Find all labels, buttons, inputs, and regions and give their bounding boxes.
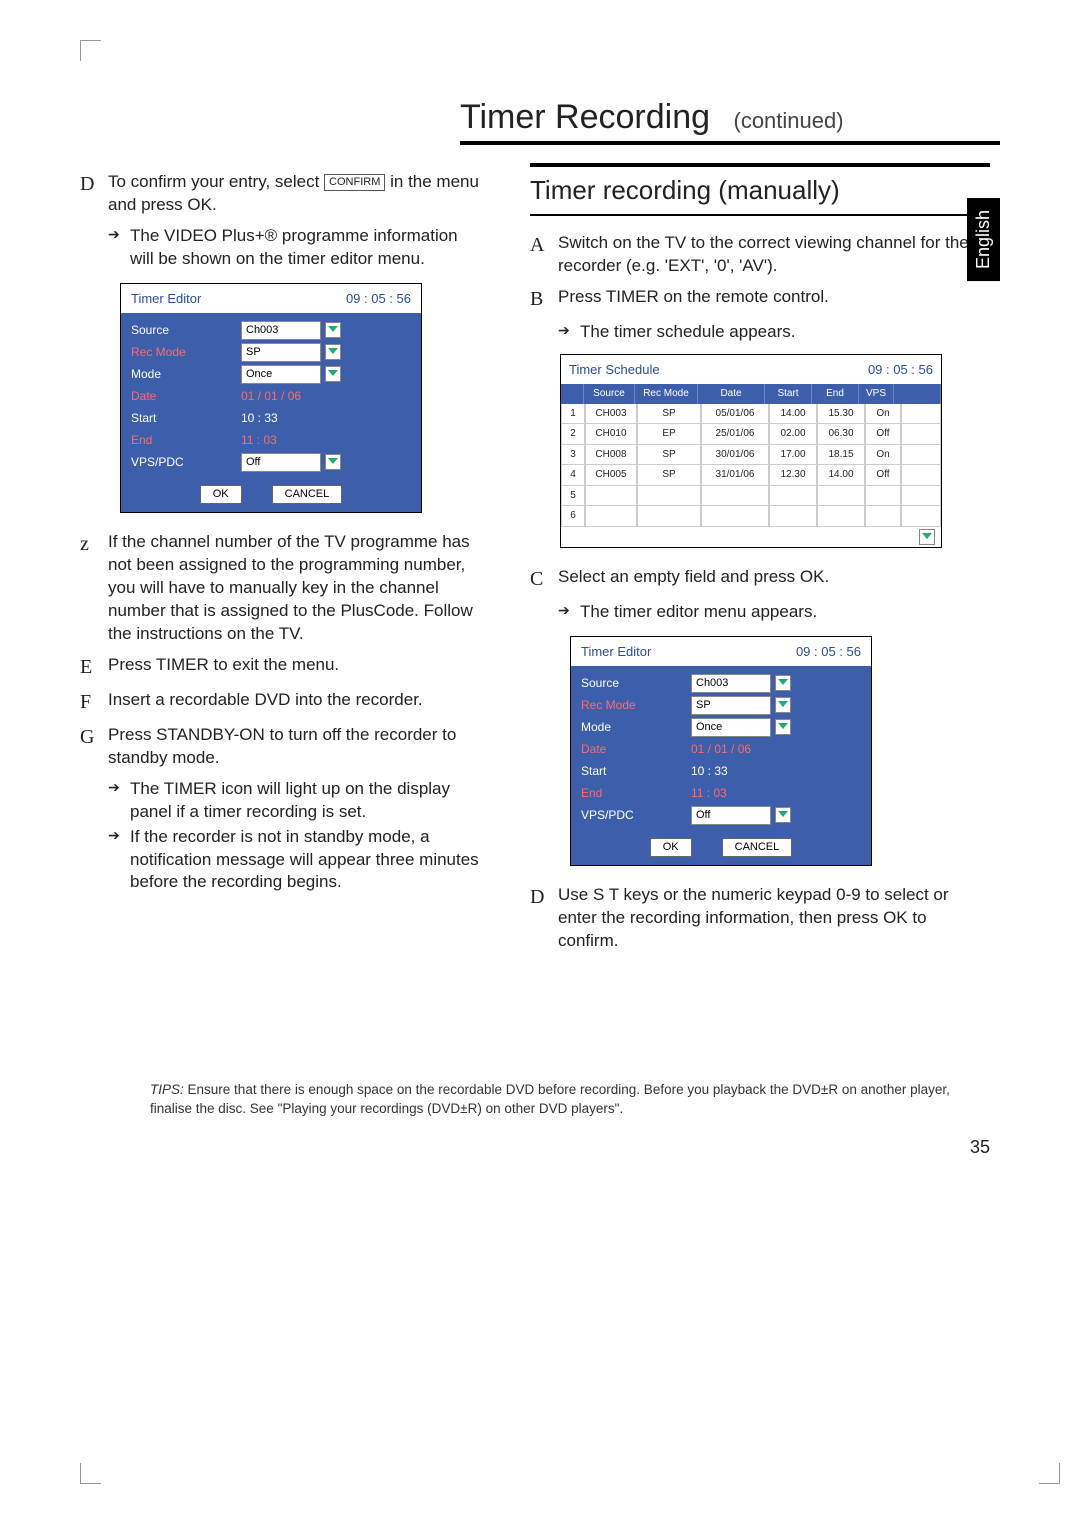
table-row[interactable]: 4CH005SP31/01/0612.3014.00Off <box>561 465 941 486</box>
schedule-header-row: Source Rec Mode Date Start End VPS <box>561 384 941 404</box>
dropdown-icon[interactable] <box>325 322 341 338</box>
step-e: E Press TIMER to exit the menu. <box>80 654 480 681</box>
timer-schedule-panel: Timer Schedule 09 : 05 : 56 Source Rec M… <box>560 354 942 548</box>
scroll-down-icon[interactable] <box>919 529 935 545</box>
tips-label: TIPS: <box>150 1082 184 1097</box>
source-field[interactable]: Ch003 <box>241 321 321 340</box>
timer-editor-panel: Timer Editor 09 : 05 : 56 SourceCh003 Re… <box>570 636 872 866</box>
end-value[interactable]: 11 : 03 <box>241 432 411 448</box>
editor-time: 09 : 05 : 56 <box>346 290 411 308</box>
table-row[interactable]: 2CH010EP25/01/0602.0006.30Off <box>561 424 941 445</box>
arrow-icon: ➔ <box>558 601 580 624</box>
dropdown-icon[interactable] <box>325 344 341 360</box>
step-g-sub2: ➔ If the recorder is not in standby mode… <box>108 826 480 895</box>
title-text: Timer Recording <box>460 98 710 136</box>
dropdown-icon[interactable] <box>775 697 791 713</box>
vps-field[interactable]: Off <box>241 453 321 472</box>
table-row[interactable]: 3CH008SP30/01/0617.0018.15On <box>561 445 941 466</box>
date-value[interactable]: 01 / 01 / 06 <box>241 388 411 404</box>
timer-editor-panel: Timer Editor 09 : 05 : 56 SourceCh003 Re… <box>120 283 422 513</box>
dropdown-icon[interactable] <box>325 454 341 470</box>
step-c: C Select an empty field and press OK. <box>530 566 990 593</box>
arrow-icon: ➔ <box>558 321 580 344</box>
right-column: Timer recording (manually) A Switch on t… <box>530 163 990 961</box>
title-rule <box>460 141 1000 145</box>
tips-footer: TIPS: Ensure that there is enough space … <box>80 1081 1000 1119</box>
dropdown-icon[interactable] <box>775 807 791 823</box>
ok-button[interactable]: OK <box>650 838 692 857</box>
recmode-field[interactable]: SP <box>241 343 321 362</box>
language-tab: English <box>967 198 1000 281</box>
step-f: F Insert a recordable DVD into the recor… <box>80 689 480 716</box>
arrow-icon: ➔ <box>108 225 130 271</box>
page-number: 35 <box>80 1137 1000 1158</box>
tips-text: Ensure that there is enough space on the… <box>150 1082 950 1116</box>
page-title: Timer Recording (continued) <box>80 98 1000 137</box>
step-c-sub: ➔ The timer editor menu appears. <box>558 601 990 624</box>
schedule-time: 09 : 05 : 56 <box>868 361 933 379</box>
step-g-sub1: ➔ The TIMER icon will light up on the di… <box>108 778 480 824</box>
mode-field[interactable]: Once <box>241 365 321 384</box>
ok-button[interactable]: OK <box>200 485 242 504</box>
cancel-button[interactable]: CANCEL <box>722 838 793 857</box>
table-row[interactable]: 6 <box>561 506 941 527</box>
step-z: z If the channel number of the TV progra… <box>80 531 480 646</box>
dropdown-icon[interactable] <box>775 719 791 735</box>
confirm-button-label: CONFIRM <box>324 174 385 191</box>
arrow-icon: ➔ <box>108 778 130 824</box>
table-row[interactable]: 5 <box>561 486 941 507</box>
step-d-sub: ➔ The VIDEO Plus+® programme information… <box>108 225 480 271</box>
crop-mark <box>80 1463 101 1484</box>
step-b: B Press TIMER on the remote control. <box>530 286 990 313</box>
step-b-sub: ➔ The timer schedule appears. <box>558 321 990 344</box>
start-value[interactable]: 10 : 33 <box>241 410 411 426</box>
title-continued: (continued) <box>734 108 844 133</box>
section-subhead: Timer recording (manually) <box>530 163 990 216</box>
schedule-title: Timer Schedule <box>569 361 660 379</box>
step-g: G Press STANDBY-ON to turn off the recor… <box>80 724 480 770</box>
editor-title: Timer Editor <box>131 290 201 308</box>
step-d: D To confirm your entry, select CONFIRM … <box>80 171 480 217</box>
arrow-icon: ➔ <box>108 826 130 895</box>
step-a: A Switch on the TV to the correct viewin… <box>530 232 990 278</box>
cancel-button[interactable]: CANCEL <box>272 485 343 504</box>
crop-mark <box>1039 1463 1060 1484</box>
step-d-right: D Use S T keys or the numeric keypad 0-9… <box>530 884 990 953</box>
table-row[interactable]: 1CH003SP05/01/0614.0015.30On <box>561 404 941 425</box>
dropdown-icon[interactable] <box>325 366 341 382</box>
dropdown-icon[interactable] <box>775 675 791 691</box>
left-column: D To confirm your entry, select CONFIRM … <box>80 163 480 961</box>
